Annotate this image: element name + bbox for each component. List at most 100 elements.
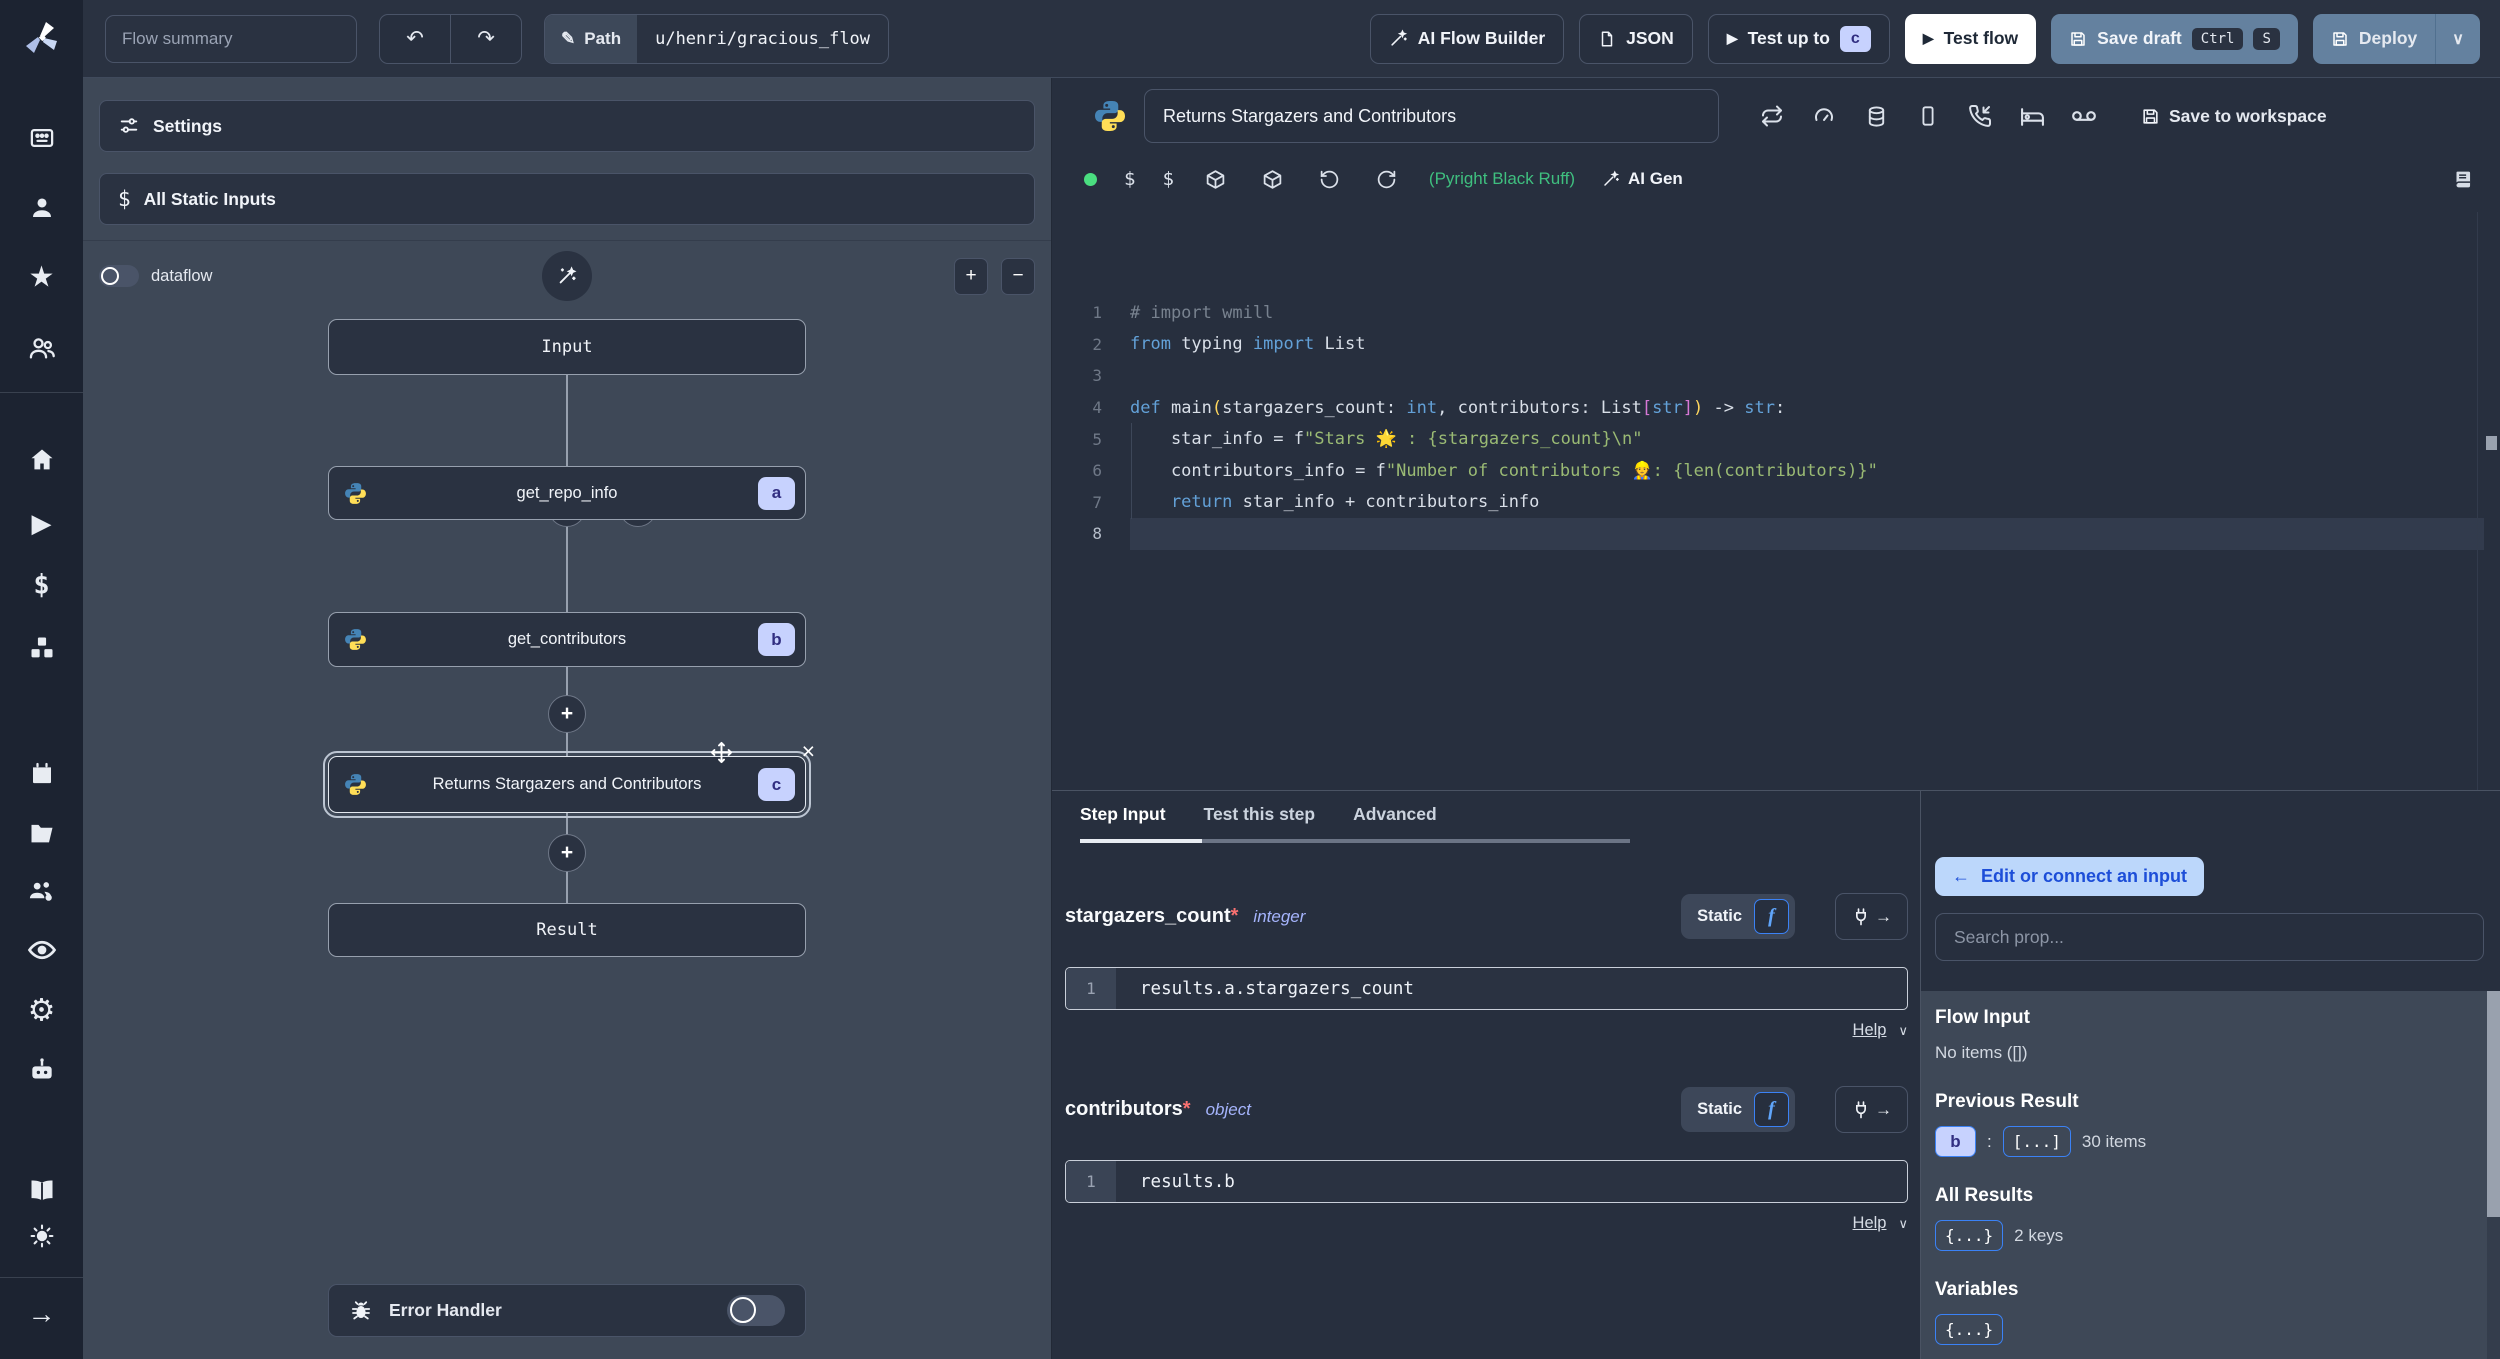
expr-input-stargazers[interactable]: 1 results.a.stargazers_count [1065, 967, 1908, 1010]
code-line: 3 [1052, 360, 2500, 392]
arrow-right-icon: → [1875, 1099, 1892, 1119]
chevron-down-icon[interactable]: ∨ [1898, 1216, 1908, 1232]
connect-scrollbar-thumb[interactable] [2487, 991, 2500, 1217]
folders-icon[interactable] [28, 819, 56, 847]
step-key-badge[interactable]: b [1935, 1126, 1976, 1157]
connect-input-button[interactable]: → [1835, 1086, 1908, 1133]
windmill-logo[interactable] [21, 16, 63, 58]
edit-or-connect-button[interactable]: ← Edit or connect an input [1935, 857, 2204, 896]
tab-step-input[interactable]: Step Input [1080, 804, 1166, 843]
groups-icon[interactable] [28, 334, 56, 362]
object-value-badge[interactable]: {...} [1935, 1220, 2004, 1251]
help-link[interactable]: Help [1853, 1214, 1887, 1233]
audit-eye-icon[interactable] [27, 935, 57, 965]
flow-node-step-a[interactable]: get_repo_info a [328, 466, 806, 520]
settings-gear-icon[interactable]: ⚙ [28, 995, 56, 1026]
code-token: [ [1641, 397, 1653, 418]
robot-ai-icon[interactable] [27, 1056, 56, 1085]
error-handler-node[interactable]: Error Handler [328, 1284, 806, 1337]
flow-node-step-b[interactable]: get_contributors b [328, 612, 806, 667]
save-icon [2141, 107, 2160, 126]
zoom-in-button[interactable]: + [954, 257, 988, 295]
help-link[interactable]: Help [1853, 1021, 1887, 1040]
array-value-badge[interactable]: [...] [2002, 1126, 2071, 1157]
runs-play-icon[interactable]: ▶ [32, 510, 52, 536]
flow-node-result[interactable]: Result [328, 903, 806, 957]
object-value-badge[interactable]: {...} [1935, 1314, 2004, 1345]
add-step-button[interactable]: + [548, 695, 586, 733]
sleep-bed-icon[interactable] [2017, 101, 2047, 131]
expr-input-contributors[interactable]: 1 results.b [1065, 1160, 1908, 1203]
home-icon[interactable] [28, 446, 56, 474]
add-step-button[interactable]: + [548, 834, 586, 872]
save-to-workspace-button[interactable]: Save to workspace [2141, 106, 2327, 127]
error-handler-toggle[interactable] [727, 1295, 785, 1326]
undo-button[interactable]: ↶ [380, 15, 450, 63]
save-draft-button[interactable]: Save draft Ctrl S [2051, 13, 2298, 64]
workers-group-icon[interactable] [27, 877, 56, 906]
code-token: List [1314, 334, 1366, 355]
resource-picker-icon[interactable]: $ [1162, 168, 1173, 190]
dataflow-toggle[interactable] [99, 265, 139, 287]
flow-input-empty: No items ([]) [1935, 1043, 2028, 1062]
mock-voicemail-icon[interactable] [2069, 101, 2099, 131]
package-icon[interactable] [1258, 164, 1288, 194]
all-static-inputs-button[interactable]: $ All Static Inputs [99, 173, 1035, 225]
step-title-input[interactable] [1144, 89, 1719, 143]
save-to-workspace-label: Save to workspace [2169, 105, 2327, 126]
flow-settings-button[interactable]: Settings [99, 100, 1035, 152]
schedules-calendar-icon[interactable] [28, 760, 55, 787]
favorites-star-icon[interactable]: ★ [29, 263, 55, 293]
ai-wand-button[interactable] [542, 251, 592, 301]
dollar-icon: $ [118, 187, 131, 211]
path-control[interactable]: ✎ Path u/henri/gracious_flow [544, 13, 890, 64]
timeout-icon[interactable] [1913, 101, 1943, 131]
tab-advanced[interactable]: Advanced [1353, 804, 1437, 843]
javascript-expr-button[interactable]: f [1754, 1092, 1789, 1127]
search-prop-input[interactable] [1935, 913, 2484, 961]
plus-icon: + [560, 841, 574, 864]
concurrency-gauge-icon[interactable] [1809, 101, 1839, 131]
test-flow-button[interactable]: ▶ Test flow [1904, 13, 2037, 64]
flow-node-step-c-selected[interactable]: Returns Stargazers and Contributors c × [323, 738, 815, 818]
retry-icon[interactable] [1757, 101, 1787, 131]
apps-grid-icon[interactable] [28, 125, 55, 152]
graph-toolbar: dataflow + − [99, 248, 1035, 304]
reload-rotate-cw-icon[interactable] [1372, 164, 1402, 194]
required-asterisk: * [1230, 905, 1239, 927]
docs-book-icon[interactable] [28, 1176, 56, 1204]
delete-step-button[interactable]: × [802, 738, 815, 765]
docs-book-icon[interactable] [2453, 169, 2474, 190]
expand-sidebar-arrow-icon[interactable]: → [28, 1300, 56, 1328]
theme-sun-icon[interactable] [29, 1224, 54, 1249]
cache-database-icon[interactable] [1861, 101, 1891, 131]
flow-summary-input[interactable] [105, 14, 357, 63]
connect-input-button[interactable]: → [1835, 893, 1908, 940]
flow-node-input[interactable]: Input [328, 319, 806, 375]
suspend-phone-icon[interactable] [1965, 101, 1995, 131]
variable-picker-icon[interactable]: $ [1124, 168, 1135, 190]
resources-cubes-icon[interactable] [28, 634, 56, 662]
edit-or-connect-label: Edit or connect an input [1981, 866, 2187, 886]
javascript-expr-button[interactable]: f [1754, 899, 1789, 934]
code-editor[interactable]: 1 # import wmill 2 from typing import List 3… [1052, 290, 2500, 790]
ai-gen-button[interactable]: AI Gen [1602, 169, 1683, 189]
step-label: get_contributors [507, 630, 627, 648]
variables-dollar-icon[interactable]: $ [33, 572, 49, 599]
tab-test-this-step[interactable]: Test this step [1204, 804, 1316, 843]
ai-flow-builder-button[interactable]: AI Flow Builder [1369, 13, 1565, 64]
chevron-down-icon[interactable]: ∨ [1898, 1023, 1908, 1039]
package-icon[interactable] [1201, 164, 1231, 194]
json-button[interactable]: JSON [1579, 13, 1693, 64]
deploy-button[interactable]: Deploy [2313, 14, 2435, 64]
user-icon[interactable] [28, 195, 55, 222]
editor-scrollbar-thumb[interactable] [2486, 436, 2497, 450]
all-results-row: {...} 2 keys [1935, 1220, 2478, 1251]
redo-button[interactable]: ↷ [451, 15, 521, 63]
test-up-to-button[interactable]: ▶ Test up to c [1707, 13, 1890, 64]
deploy-more-button[interactable]: ∨ [2435, 13, 2480, 64]
play-icon: ▶ [1922, 30, 1934, 46]
reset-rotate-ccw-icon[interactable] [1315, 164, 1345, 194]
move-step-handle[interactable] [710, 741, 733, 764]
zoom-out-button[interactable]: − [1001, 257, 1035, 295]
